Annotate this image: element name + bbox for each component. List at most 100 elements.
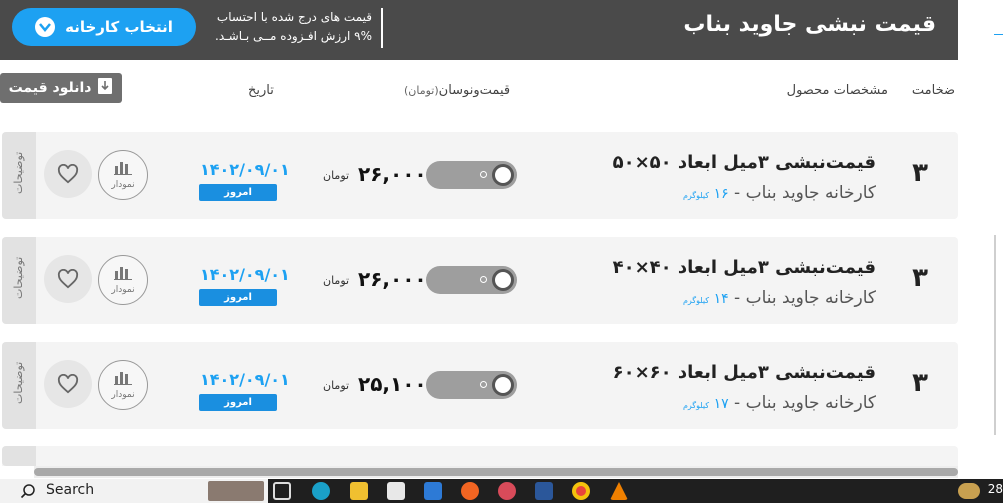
download-price-button[interactable]: دانلود قیمت [0,73,122,103]
thickness-value: ۳ [912,368,928,398]
product-maker-label: کارخانه جاوید بناب - [734,393,876,413]
product-weight: ۱۶ کیلوگرم [683,186,729,202]
product-maker-label: کارخانه جاوید بناب - [734,183,876,203]
thickness-value: ۳ [912,158,928,188]
column-header-thickness: ضخامت [911,83,955,98]
vlc-icon[interactable] [610,482,628,500]
download-icon [97,77,113,99]
product-weight-unit: کیلوگرم [682,296,710,305]
price-date: ۱۴۰۲/۰۹/۰۱ [200,160,290,179]
product-maker: کارخانه جاوید بناب - ۱۶ کیلوگرم [683,183,876,203]
toggle-knob [492,374,514,396]
page-title: قیمت نبشی جاوید بناب [683,12,936,37]
toggle-knob [492,164,514,186]
column-header-price-label: قیمت‌ونوسان [438,83,511,98]
description-tab-label: توضیحات [12,256,25,299]
price-alert-toggle[interactable] [426,161,517,189]
chart-button[interactable]: نمودار [98,255,148,305]
store-icon[interactable] [387,482,405,500]
header-divider [381,8,383,48]
product-weight-value: ۱۶ [713,186,729,202]
paint-icon[interactable] [498,482,516,500]
price-alert-toggle[interactable] [426,371,517,399]
search-icon [20,484,35,499]
bar-chart-icon [114,372,132,385]
tray-temperature: 28 [987,482,1003,496]
description-tab[interactable]: توضیحات [2,132,36,219]
weather-icon[interactable] [958,483,980,499]
firefox-icon[interactable] [461,482,479,500]
price-unit: تومان [323,169,350,182]
vat-note-line1: قیمت های درج شده با احتساب [216,10,372,24]
product-weight-unit: کیلوگرم [682,191,710,200]
thickness-value: ۳ [912,263,928,293]
price-alert-toggle[interactable] [426,266,517,294]
side-panel-edge [994,235,1003,435]
product-maker: کارخانه جاوید بناب - ۱۷ کیلوگرم [683,393,876,413]
price-date: ۱۴۰۲/۰۹/۰۱ [200,370,290,389]
toggle-dot-icon [480,381,487,388]
taskbar-search-label: Search [46,482,95,498]
column-header-specs: مشخصات محصول [786,83,888,98]
product-row-partial [2,446,958,466]
price-value: ۲۶,۰۰۰ [358,267,427,291]
description-tab[interactable]: توضیحات [2,342,36,429]
product-name[interactable]: قیمت‌نبشی ۳میل ابعاد ۴۰×۴۰ [613,257,876,278]
today-badge: امروز [199,289,277,306]
product-maker-label: کارخانه جاوید بناب - [734,288,876,308]
select-factory-label: انتخاب کارخانه [65,18,173,36]
edge-indicator [994,34,1003,38]
chart-button-label: نمودار [111,180,135,190]
today-badge: امروز [199,394,277,411]
chrome-icon[interactable] [572,482,590,500]
price-value: ۲۶,۰۰۰ [358,162,427,186]
os-taskbar: Search 28 [0,479,1003,503]
price-unit: تومان [323,379,350,392]
chart-button-label: نمودار [111,285,135,295]
vat-note: قیمت های درج شده با احتساب ۹% ارزش افـزو… [190,8,372,46]
taskbar-search-box[interactable]: Search [0,479,268,503]
download-label: دانلود قیمت [8,80,92,96]
chart-button-label: نمودار [111,390,135,400]
bar-chart-icon [114,267,132,280]
price-date: ۱۴۰۲/۰۹/۰۱ [200,265,290,284]
product-name[interactable]: قیمت‌نبشی ۳میل ابعاد ۵۰×۵۰ [613,152,876,173]
page-header: قیمت نبشی جاوید بناب قیمت های درج شده با… [0,0,958,60]
column-header-date: تاریخ [248,83,274,98]
description-tab[interactable]: توضیحات [2,237,36,324]
product-weight-unit: کیلوگرم [682,401,710,410]
chart-button[interactable]: نمودار [98,360,148,410]
toggle-dot-icon [480,276,487,283]
vat-note-line2: ۹% ارزش افـزوده مــی بـاشـد. [215,29,372,43]
price-unit: تومان [323,274,350,287]
favorite-button[interactable] [44,255,92,303]
chart-button[interactable]: نمودار [98,150,148,200]
column-header-price: قیمت‌ونوسان(تومان) [404,83,510,98]
edge-browser-icon[interactable] [312,482,330,500]
product-row: توضیحات نمودار ۱۴۰۲/۰۹/۰۱ امروز تومان ۲۵… [2,342,958,429]
product-weight-value: ۱۴ [713,291,729,307]
search-highlight-image [208,481,264,501]
product-weight: ۱۷ کیلوگرم [683,396,729,412]
favorite-button[interactable] [44,360,92,408]
description-tab[interactable] [2,446,36,466]
toggle-dot-icon [480,171,487,178]
favorite-button[interactable] [44,150,92,198]
description-tab-label: توضیحات [12,151,25,194]
price-value: ۲۵,۱۰۰ [358,372,427,396]
column-header-price-unit: (تومان) [404,84,439,97]
select-factory-button[interactable]: انتخاب کارخانه [12,8,196,46]
heart-icon [57,164,79,184]
toggle-knob [492,269,514,291]
product-name[interactable]: قیمت‌نبشی ۳میل ابعاد ۶۰×۶۰ [613,362,876,383]
heart-icon [57,374,79,394]
bar-chart-icon [114,162,132,175]
word-icon[interactable] [535,482,553,500]
mail-icon[interactable] [424,482,442,500]
task-view-icon[interactable] [273,482,291,500]
file-explorer-icon[interactable] [350,482,368,500]
chevron-down-icon [35,17,56,37]
horizontal-scrollbar[interactable] [34,466,958,478]
scrollbar-thumb[interactable] [34,468,958,476]
product-row: توضیحات نمودار ۱۴۰۲/۰۹/۰۱ امروز تومان ۲۶… [2,132,958,219]
